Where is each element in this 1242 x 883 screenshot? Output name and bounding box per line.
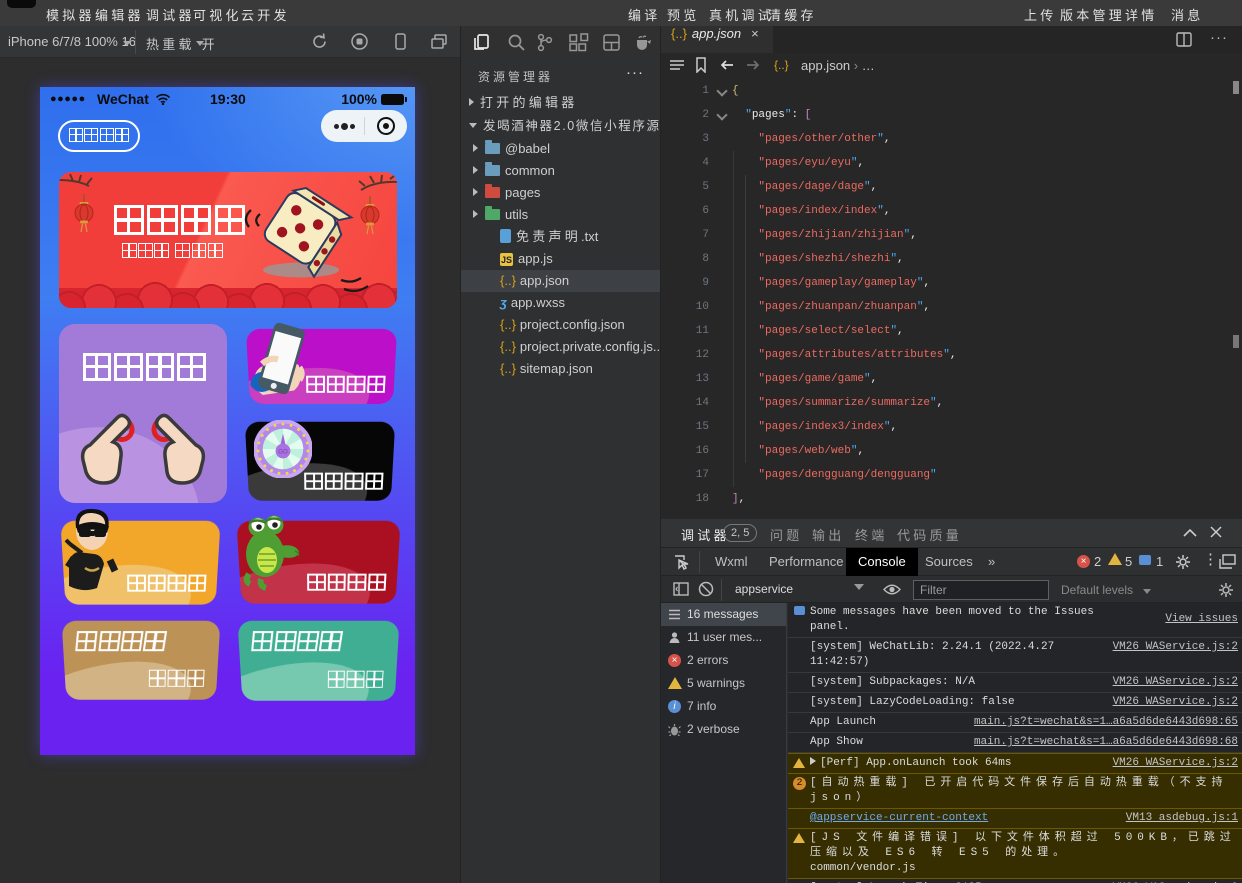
svg-text:GO: GO bbox=[278, 450, 288, 456]
